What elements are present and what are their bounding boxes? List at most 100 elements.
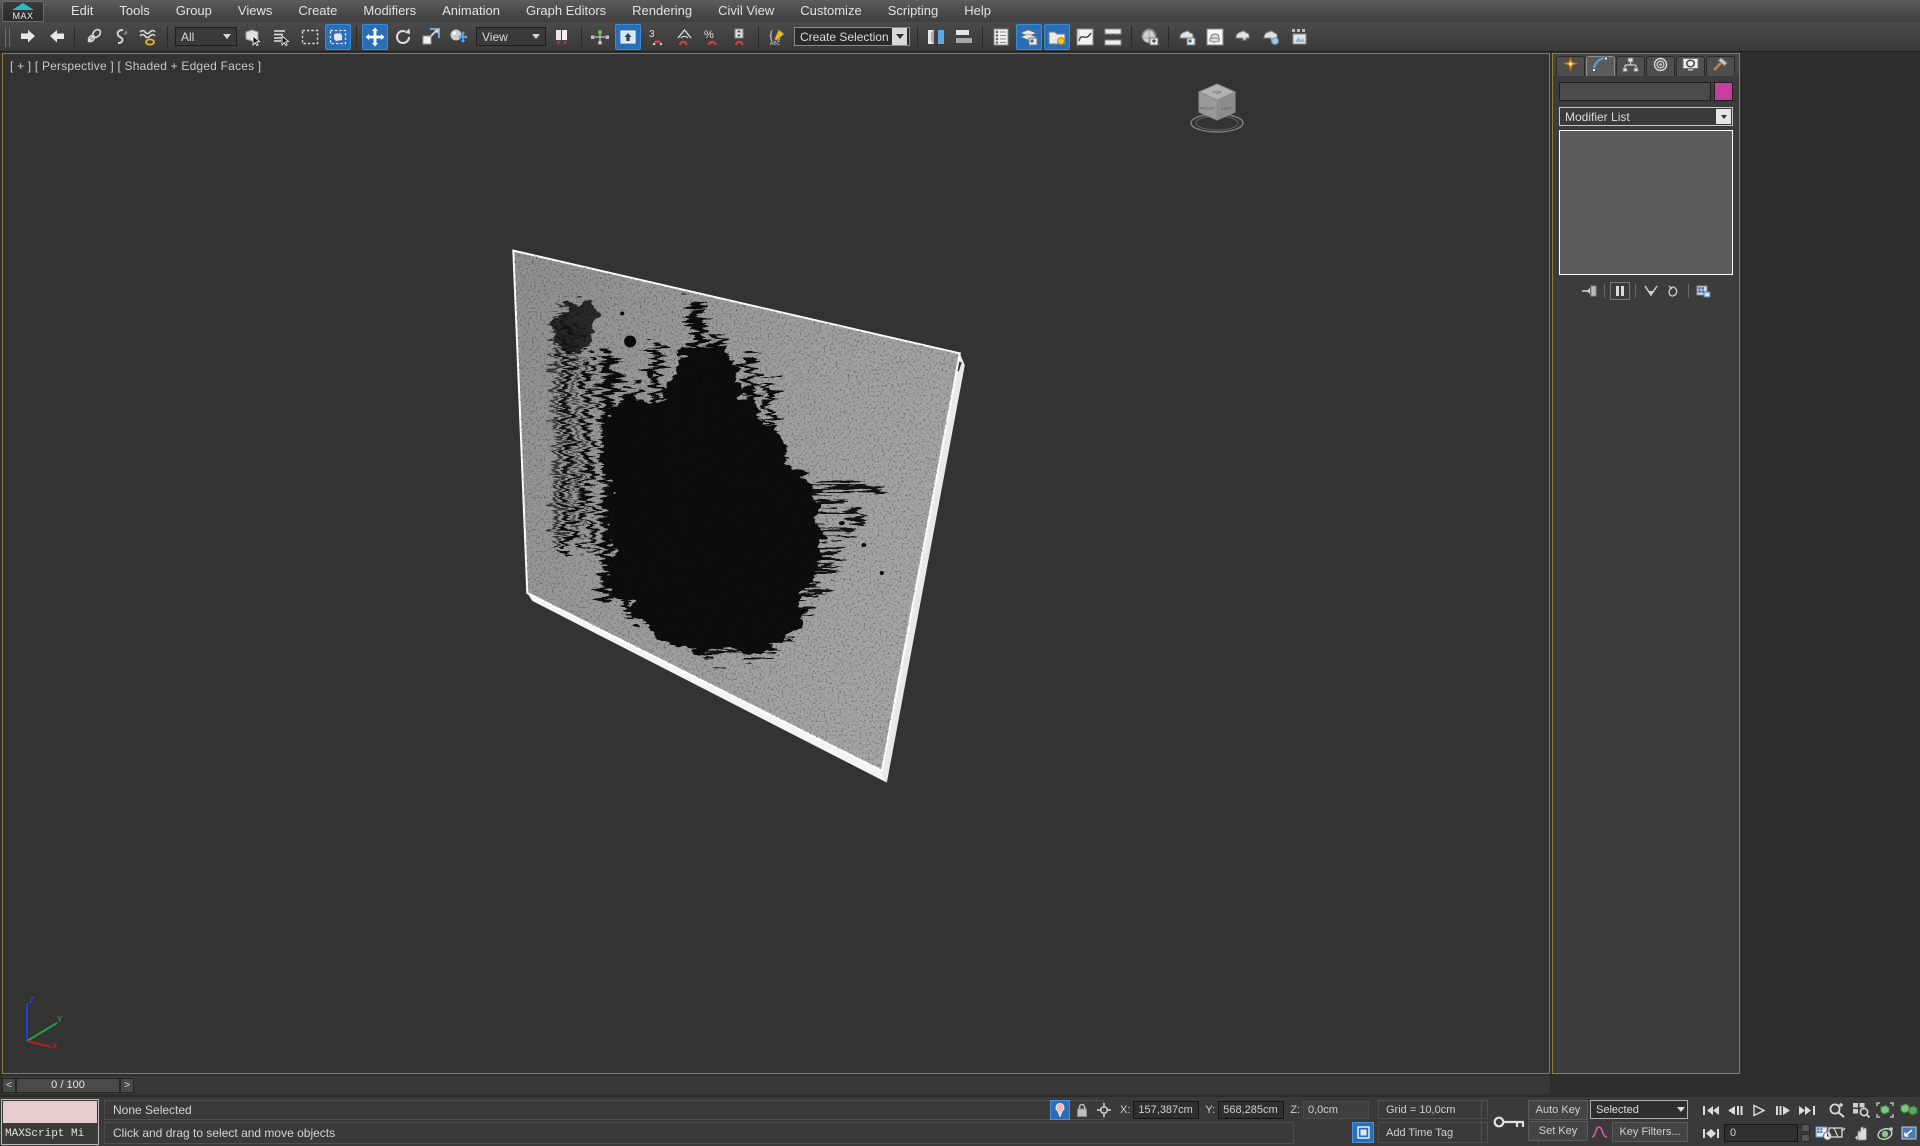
remove-modifier-icon[interactable] — [1663, 282, 1683, 300]
modifier-list-dropdown[interactable]: Modifier List — [1559, 107, 1733, 126]
rendered-frame-window-icon[interactable] — [1202, 24, 1228, 50]
maxscript-listener-input[interactable] — [3, 1101, 97, 1123]
coord-z[interactable]: Z: 0,0cm — [1290, 1101, 1369, 1119]
menu-item-help[interactable]: Help — [951, 1, 1004, 21]
time-tag-icon[interactable] — [1352, 1122, 1374, 1143]
track-bar[interactable] — [134, 1076, 1550, 1094]
previous-frame-icon[interactable] — [1724, 1100, 1745, 1120]
layer-explorer-icon[interactable] — [1044, 23, 1070, 50]
render-setup-icon[interactable] — [1174, 24, 1200, 50]
render-production-icon[interactable] — [1230, 24, 1256, 50]
viewcube[interactable]: TOP FRONT LEFT — [1185, 76, 1249, 140]
chevron-down-icon[interactable] — [1716, 109, 1731, 124]
menu-item-create[interactable]: Create — [285, 1, 350, 21]
percent-snap-toggle-icon[interactable]: % — [699, 24, 725, 50]
absolute-relative-transform-icon[interactable] — [1094, 1100, 1114, 1120]
object-name-field[interactable] — [1559, 82, 1711, 101]
reference-coordinate-system-combo[interactable]: View — [476, 27, 546, 46]
selection-filter-combo[interactable]: All — [175, 27, 237, 46]
command-panel-tab-display[interactable] — [1676, 56, 1705, 76]
set-key-button[interactable]: Set Key — [1528, 1121, 1588, 1141]
coord-x[interactable]: X: 157,387cm — [1120, 1101, 1200, 1119]
schematic-view-icon[interactable] — [1100, 24, 1126, 50]
maximize-viewport-toggle-icon[interactable] — [1898, 1123, 1919, 1143]
select-and-rotate-icon[interactable] — [390, 24, 416, 50]
toggle-scene-explorer-icon[interactable] — [988, 24, 1014, 50]
current-frame-readout[interactable]: 0 / 100 — [16, 1077, 120, 1093]
go-to-start-icon[interactable] — [1700, 1100, 1721, 1120]
selection-lock-icon[interactable] — [1072, 1100, 1092, 1120]
command-panel-tab-utilities[interactable] — [1706, 56, 1735, 76]
key-mode-toggle-icon[interactable] — [1700, 1123, 1721, 1143]
time-slider[interactable]: < 0 / 100 > — [2, 1076, 1550, 1094]
plane-object[interactable] — [3, 54, 1549, 1073]
named-selection-set-combo[interactable]: Create Selection Se — [794, 27, 910, 46]
pin-stack-icon[interactable] — [1579, 282, 1599, 300]
curve-editor-icon[interactable] — [1072, 24, 1098, 50]
use-selection-center-icon[interactable] — [587, 24, 613, 50]
perspective-viewport[interactable]: [ + ] [ Perspective ] [ Shaded + Edged F… — [3, 54, 1549, 1073]
menu-item-customize[interactable]: Customize — [787, 1, 874, 21]
menu-item-tools[interactable]: Tools — [106, 1, 162, 21]
menu-item-animation[interactable]: Animation — [429, 1, 513, 21]
use-pivot-point-center-icon[interactable] — [550, 24, 576, 50]
align-icon[interactable] — [951, 24, 977, 50]
select-and-move-icon[interactable] — [362, 23, 388, 50]
redo-icon[interactable] — [43, 24, 69, 50]
command-panel-tab-hierarchy[interactable] — [1616, 56, 1645, 76]
material-editor-icon[interactable] — [1137, 24, 1163, 50]
show-end-result-icon[interactable] — [1609, 282, 1630, 300]
current-frame-field[interactable]: 0 — [1724, 1124, 1798, 1142]
field-of-view-icon[interactable] — [1826, 1123, 1847, 1143]
play-animation-icon[interactable] — [1748, 1100, 1769, 1120]
command-panel-tab-modify[interactable] — [1586, 56, 1615, 76]
coord-x-value[interactable]: 157,387cm — [1133, 1101, 1200, 1119]
select-object-icon[interactable] — [241, 24, 267, 50]
menu-item-rendering[interactable]: Rendering — [619, 1, 705, 21]
mirror-icon[interactable] — [923, 24, 949, 50]
bind-to-space-warp-icon[interactable] — [136, 24, 162, 50]
modifier-stack[interactable] — [1559, 130, 1733, 275]
unlink-selection-icon[interactable]: # — [108, 24, 134, 50]
menu-item-graph-editors[interactable]: Graph Editors — [513, 1, 619, 21]
manage-layers-icon[interactable] — [1016, 23, 1042, 50]
auto-key-button[interactable]: Auto Key — [1528, 1100, 1588, 1120]
add-time-tag-button[interactable]: Add Time Tag — [1378, 1122, 1488, 1143]
menu-item-civil-view[interactable]: Civil View — [705, 1, 787, 21]
angle-snap-toggle-icon[interactable] — [671, 24, 697, 50]
configure-modifier-sets-icon[interactable] — [1694, 282, 1714, 300]
prev-frame-arrow[interactable]: < — [2, 1077, 16, 1093]
chevron-down-icon[interactable] — [1672, 1101, 1687, 1118]
zoom-extents-all-icon[interactable] — [1898, 1100, 1919, 1120]
zoom-icon[interactable] — [1826, 1100, 1847, 1120]
isolate-selection-icon[interactable] — [1050, 1100, 1070, 1120]
command-panel-tab-motion[interactable] — [1646, 56, 1675, 76]
go-to-end-icon[interactable] — [1796, 1100, 1817, 1120]
coord-y[interactable]: Y: 568,285cm — [1205, 1101, 1285, 1119]
object-color-swatch[interactable] — [1714, 82, 1733, 101]
select-and-place-icon[interactable] — [446, 24, 472, 50]
next-frame-icon[interactable] — [1772, 1100, 1793, 1120]
edit-named-selection-sets-icon[interactable]: {}ABC — [764, 24, 790, 50]
key-mode-combo[interactable]: Selected — [1590, 1100, 1688, 1119]
select-and-link-icon[interactable] — [80, 24, 106, 50]
select-by-name-icon[interactable] — [269, 24, 295, 50]
undo-icon[interactable] — [15, 24, 41, 50]
rectangular-selection-region-icon[interactable] — [297, 24, 323, 50]
coord-y-value[interactable]: 568,285cm — [1218, 1101, 1285, 1119]
next-frame-arrow[interactable]: > — [120, 1077, 134, 1093]
key-filters-button[interactable]: Key Filters... — [1612, 1122, 1688, 1142]
select-and-scale-icon[interactable] — [418, 24, 444, 50]
zoom-all-icon[interactable] — [1850, 1100, 1871, 1120]
menu-item-views[interactable]: Views — [225, 1, 285, 21]
orbit-icon[interactable] — [1874, 1123, 1895, 1143]
menu-item-scripting[interactable]: Scripting — [875, 1, 952, 21]
menu-item-modifiers[interactable]: Modifiers — [350, 1, 429, 21]
application-menu-button[interactable]: MAX — [2, 0, 44, 22]
snaps-toggle-icon[interactable] — [615, 23, 641, 50]
chevron-down-icon[interactable] — [892, 28, 907, 45]
menu-item-group[interactable]: Group — [163, 1, 225, 21]
pan-icon[interactable] — [1850, 1123, 1871, 1143]
spinner-snap-toggle-icon[interactable] — [727, 24, 753, 50]
window-crossing-toggle-icon[interactable] — [325, 23, 351, 50]
